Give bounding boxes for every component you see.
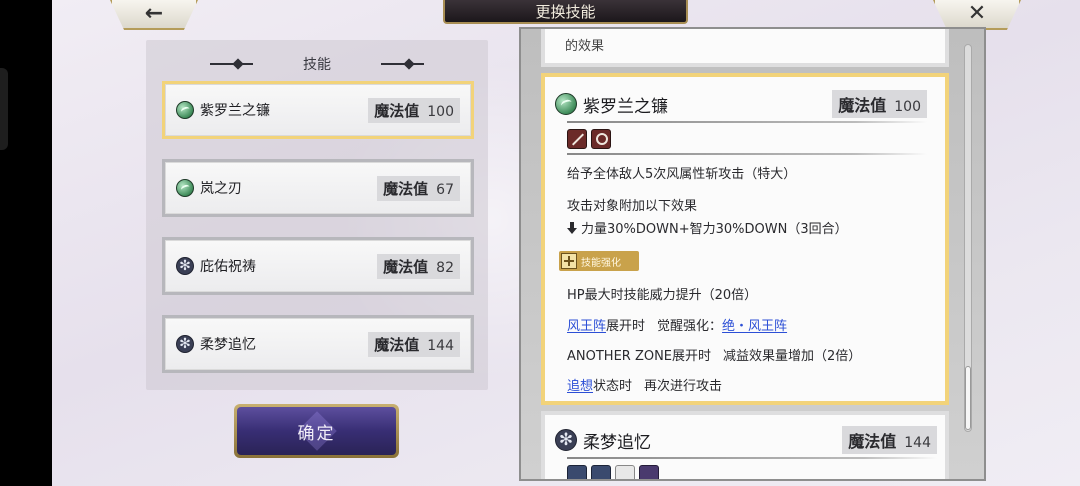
- search-tag-icon: [591, 129, 611, 149]
- skill-list-panel: 技能 紫罗兰之镰 魔法值 100 岚之刃 魔法值 67 庇佑祝祷 魔法值: [146, 40, 488, 390]
- mp-value: 144: [904, 435, 931, 451]
- desc-line-7: 追想状态时 再次进行攻击: [567, 375, 722, 394]
- debuff-text: 力量30%DOWN+智力30%DOWN（3回合）: [581, 222, 848, 237]
- skill-item-lan-zhi-ren[interactable]: 岚之刃 魔法值 67: [162, 159, 474, 217]
- link-jue-feng-wang-zhen[interactable]: 绝・风王阵: [722, 319, 787, 334]
- detail-mp-cost: 魔法值 100: [832, 90, 927, 118]
- wind-icon: [555, 93, 577, 115]
- skill-name: 岚之刃: [200, 181, 242, 197]
- mp-cost: 魔法值 67: [377, 175, 460, 201]
- mp-value: 144: [427, 337, 454, 354]
- mp-value: 82: [436, 259, 454, 276]
- mp-label: 魔法值: [383, 179, 429, 198]
- mp-label: 魔法值: [848, 432, 897, 451]
- close-icon: ✕: [967, 1, 987, 26]
- close-button[interactable]: ✕: [933, 0, 1021, 30]
- tag-icon: [639, 465, 659, 479]
- current-skill-card: 紫罗兰之镰 魔法值 100 给予全体敌人5次风属性斩攻击（特大） 攻击对象附加以…: [541, 73, 949, 405]
- skill-name: 紫罗兰之镰: [200, 103, 270, 119]
- skill-item-zi-luo-lan[interactable]: 紫罗兰之镰 魔法值 100: [162, 81, 474, 139]
- mp-value: 100: [894, 99, 921, 115]
- mp-cost: 魔法值 100: [368, 97, 460, 123]
- wind-icon: [176, 179, 194, 197]
- text: 展开时: [606, 319, 646, 334]
- text: 再次进行攻击: [644, 379, 723, 394]
- mp-value: 67: [436, 181, 454, 198]
- detail-mp-cost: 魔法值 144: [842, 426, 937, 454]
- back-button[interactable]: ←: [110, 0, 198, 30]
- text: 减益效果量增加（2倍）: [723, 349, 862, 364]
- desc-line-1: 给予全体敌人5次风属性斩攻击（特大）: [567, 167, 797, 182]
- desc-line-4: HP最大时技能威力提升（20倍）: [567, 288, 758, 303]
- skill-item-bi-you-zhu-dao[interactable]: 庇佑祝祷 魔法值 82: [162, 237, 474, 295]
- tag-icon: [615, 465, 635, 479]
- previous-skill-card: 的效果: [541, 29, 949, 67]
- badge-label: 技能强化: [581, 257, 621, 269]
- mp-label: 魔法值: [374, 101, 420, 120]
- mp-cost: 魔法值 82: [377, 253, 460, 279]
- desc-line-6: ANOTHER ZONE展开时 减益效果量增加（2倍）: [567, 345, 861, 364]
- edge-handle[interactable]: [0, 68, 8, 150]
- plus-icon: [561, 253, 577, 269]
- skill-enhance-badge: 技能强化: [559, 251, 639, 271]
- desc-line-5: 风王阵展开时 觉醒强化：绝・风王阵: [567, 315, 787, 334]
- sword-tag-icon: [567, 129, 587, 149]
- debuff-down-arrow-icon: [567, 222, 577, 234]
- gear-icon: [555, 429, 577, 451]
- detail-skill-name: 紫罗兰之镰: [583, 96, 668, 117]
- skill-name: 柔梦追忆: [200, 337, 256, 353]
- tag-icon: [591, 465, 611, 479]
- wind-icon: [176, 101, 194, 119]
- previous-description-tail: 的效果: [565, 39, 605, 54]
- desc-line-2: 攻击对象附加以下效果: [567, 199, 698, 214]
- gear-icon: [176, 335, 194, 353]
- page-title: 更换技能: [443, 0, 688, 24]
- attribute-tags: [567, 465, 937, 479]
- desc-line-3: 力量30%DOWN+智力30%DOWN（3回合）: [567, 218, 848, 237]
- link-feng-wang-zhen[interactable]: 风王阵: [567, 319, 606, 334]
- mp-cost: 魔法值 144: [368, 331, 460, 357]
- attribute-tags: [567, 129, 927, 149]
- mp-label: 魔法值: [383, 257, 429, 276]
- confirm-button[interactable]: 确定: [234, 404, 399, 458]
- detail-skill-name: 柔梦追忆: [583, 432, 651, 453]
- next-skill-card: 柔梦追忆 魔法值 144: [541, 411, 949, 479]
- mp-label: 魔法值: [374, 335, 420, 354]
- mp-value: 100: [427, 103, 454, 120]
- system-edge: [0, 0, 52, 486]
- gear-icon: [176, 257, 194, 275]
- confirm-label: 确定: [297, 423, 336, 444]
- text: 觉醒强化：: [657, 319, 723, 334]
- scrollbar-thumb[interactable]: [965, 366, 971, 430]
- skill-item-rou-meng-zhui-yi[interactable]: 柔梦追忆 魔法值 144: [162, 315, 474, 373]
- panel-title: 技能: [303, 57, 331, 73]
- link-zhui-xiang[interactable]: 追想: [567, 379, 593, 394]
- skill-detail-panel[interactable]: 的效果 紫罗兰之镰 魔法值 100 给予全体敌人5次风属性斩攻击（特大） 攻击对…: [519, 27, 986, 481]
- text: 状态时: [593, 379, 633, 394]
- back-arrow-icon: ←: [144, 1, 164, 26]
- panel-header: 技能: [146, 54, 488, 74]
- tag-icon: [567, 465, 587, 479]
- mp-label: 魔法值: [838, 96, 887, 115]
- skill-name: 庇佑祝祷: [200, 259, 256, 275]
- text: ANOTHER ZONE展开时: [567, 349, 712, 364]
